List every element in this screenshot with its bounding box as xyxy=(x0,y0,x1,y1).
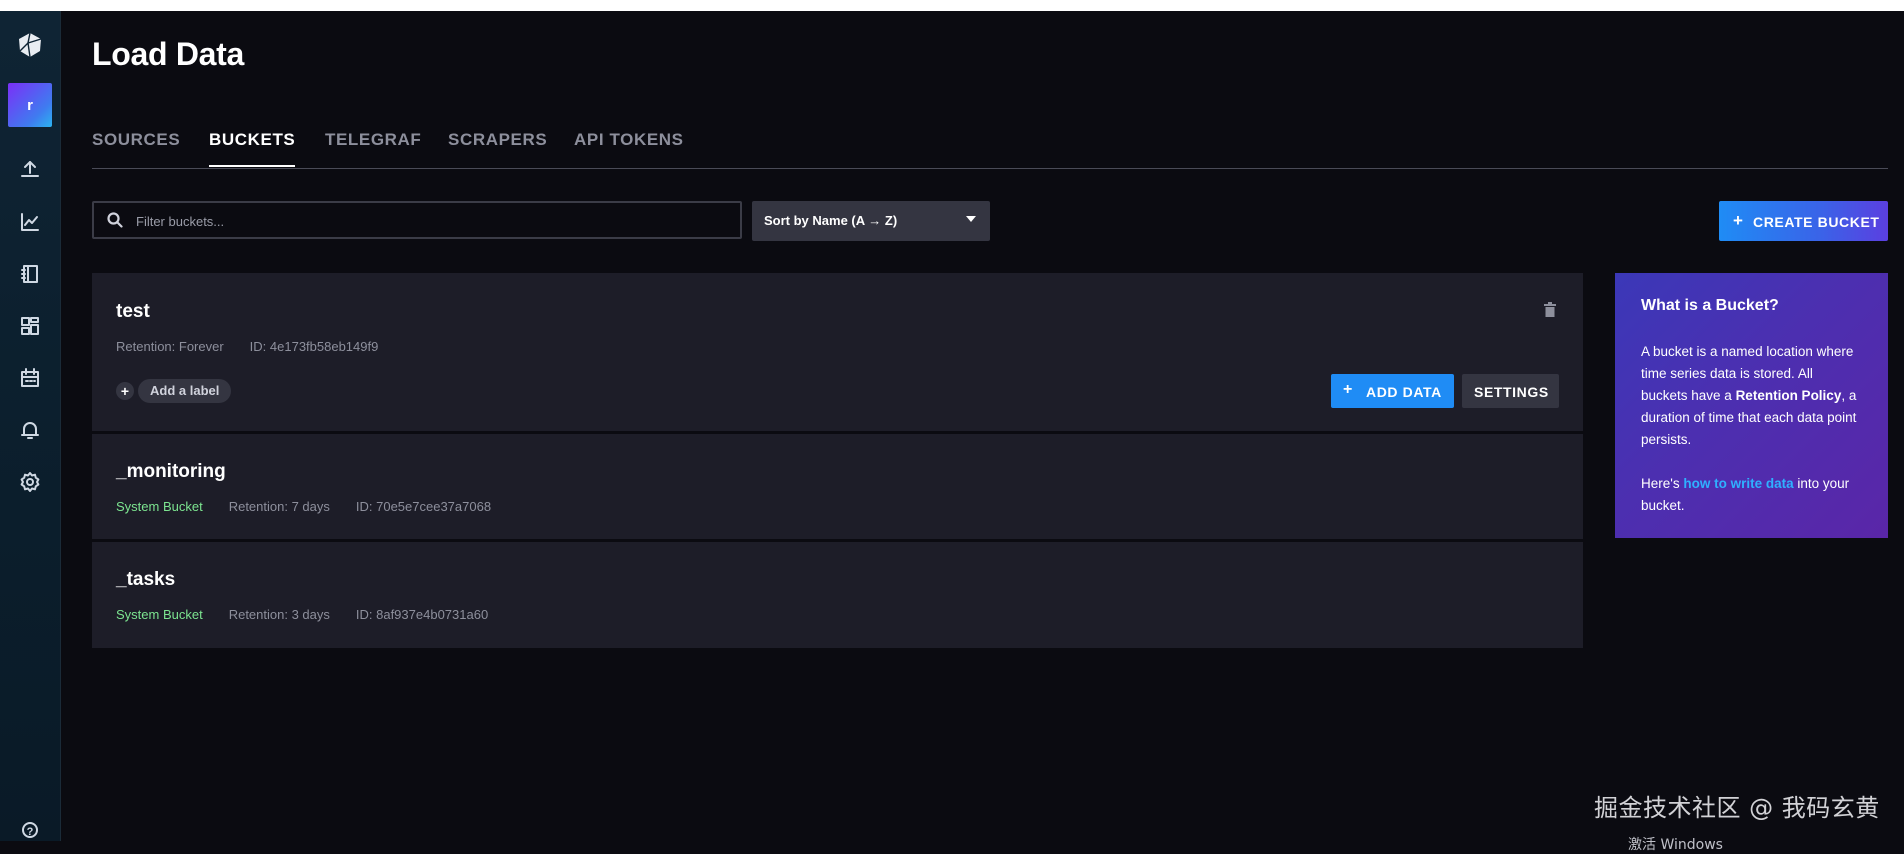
search-input[interactable] xyxy=(134,203,728,239)
tab-telegraf[interactable]: TELEGRAF xyxy=(325,130,421,166)
bucket-info-panel: What is a Bucket? A bucket is a named lo… xyxy=(1615,273,1888,538)
chevron-down-icon xyxy=(966,216,976,222)
sort-label: Sort by Name (A → Z) xyxy=(764,213,898,228)
settings-label: SETTINGS xyxy=(1474,384,1549,400)
trash-icon[interactable] xyxy=(1543,302,1557,318)
user-avatar[interactable]: r xyxy=(8,83,52,127)
system-bucket-badge: System Bucket xyxy=(116,499,203,514)
plus-icon: + xyxy=(1343,381,1353,398)
bucket-name[interactable]: test xyxy=(116,301,150,323)
windows-activation-fragment: 激活 Windows xyxy=(1628,837,1723,853)
bucket-retention: Retention: 7 days xyxy=(228,499,330,514)
bell-icon[interactable] xyxy=(18,418,42,442)
add-data-label: ADD DATA xyxy=(1366,384,1442,400)
bucket-id: ID: 70e5e7cee37a7068 xyxy=(355,499,492,514)
system-bucket-badge: System Bucket xyxy=(116,607,203,622)
info-paragraph-1: A bucket is a named location where time … xyxy=(1641,341,1862,451)
info-title: What is a Bucket? xyxy=(1641,297,1779,314)
tab-sources[interactable]: SOURCES xyxy=(92,130,180,166)
bucket-meta: Retention: Forever ID: 4e173fb58eb149f9 xyxy=(116,339,404,354)
create-bucket-button[interactable]: + CREATE BUCKET xyxy=(1719,201,1888,241)
tab-scrapers[interactable]: SCRAPERS xyxy=(448,130,547,166)
help-icon[interactable]: ? xyxy=(22,822,38,838)
tab-bar: SOURCES BUCKETS TELEGRAF SCRAPERS API TO… xyxy=(92,124,1888,169)
notebook-icon[interactable] xyxy=(18,262,42,286)
write-data-link[interactable]: how to write data xyxy=(1683,476,1793,491)
bucket-card-tasks: _tasks System Bucket Retention: 3 days ID:… xyxy=(92,542,1583,648)
sort-dropdown[interactable]: Sort by Name (A → Z) xyxy=(752,201,990,241)
page-title: Load Data xyxy=(92,36,244,72)
sidebar: r ? xyxy=(0,11,61,841)
gear-icon[interactable] xyxy=(18,470,42,494)
upload-icon[interactable] xyxy=(18,157,42,181)
bucket-retention: Retention: 3 days xyxy=(228,607,330,622)
tab-api-tokens[interactable]: API TOKENS xyxy=(574,130,684,166)
top-border xyxy=(0,0,1904,11)
info-text: Here's xyxy=(1641,476,1684,491)
bucket-card-test: test Retention: Forever ID: 4e173fb58eb14… xyxy=(92,273,1583,431)
plus-icon: + xyxy=(116,382,134,400)
bucket-id: ID: 4e173fb58eb149f9 xyxy=(249,339,379,354)
dashboards-icon[interactable] xyxy=(18,314,42,338)
search-icon xyxy=(107,212,123,228)
bucket-card-monitoring: _monitoring System Bucket Retention: 7 da… xyxy=(92,434,1583,539)
bucket-retention: Retention: Forever xyxy=(116,339,224,354)
bucket-id: ID: 8af937e4b0731a60 xyxy=(355,607,489,622)
bucket-meta: System Bucket Retention: 3 days ID: 8af937… xyxy=(116,607,514,622)
avatar-initial: r xyxy=(27,96,33,114)
plus-icon: + xyxy=(1733,211,1743,230)
add-data-button[interactable]: + ADD DATA xyxy=(1331,374,1454,408)
add-label-text: Add a label xyxy=(138,379,232,403)
bucket-name[interactable]: _tasks xyxy=(116,569,175,591)
bucket-meta: System Bucket Retention: 7 days ID: 70e5e7… xyxy=(116,499,517,514)
create-bucket-label: CREATE BUCKET xyxy=(1753,214,1880,230)
calendar-icon[interactable] xyxy=(18,366,42,390)
retention-policy-term: Retention Policy xyxy=(1735,388,1842,403)
info-paragraph-2: Here's how to write data into your bucke… xyxy=(1641,473,1862,517)
settings-button[interactable]: SETTINGS xyxy=(1462,374,1559,408)
watermark: 掘金技术社区 @ 我码玄黄 xyxy=(1594,794,1880,822)
add-label-pill[interactable]: + Add a label xyxy=(116,379,232,403)
tab-buckets[interactable]: BUCKETS xyxy=(209,130,296,167)
search-box xyxy=(92,201,742,239)
logo-icon[interactable] xyxy=(16,31,44,59)
bucket-name[interactable]: _monitoring xyxy=(116,461,226,483)
chart-icon[interactable] xyxy=(18,210,42,234)
